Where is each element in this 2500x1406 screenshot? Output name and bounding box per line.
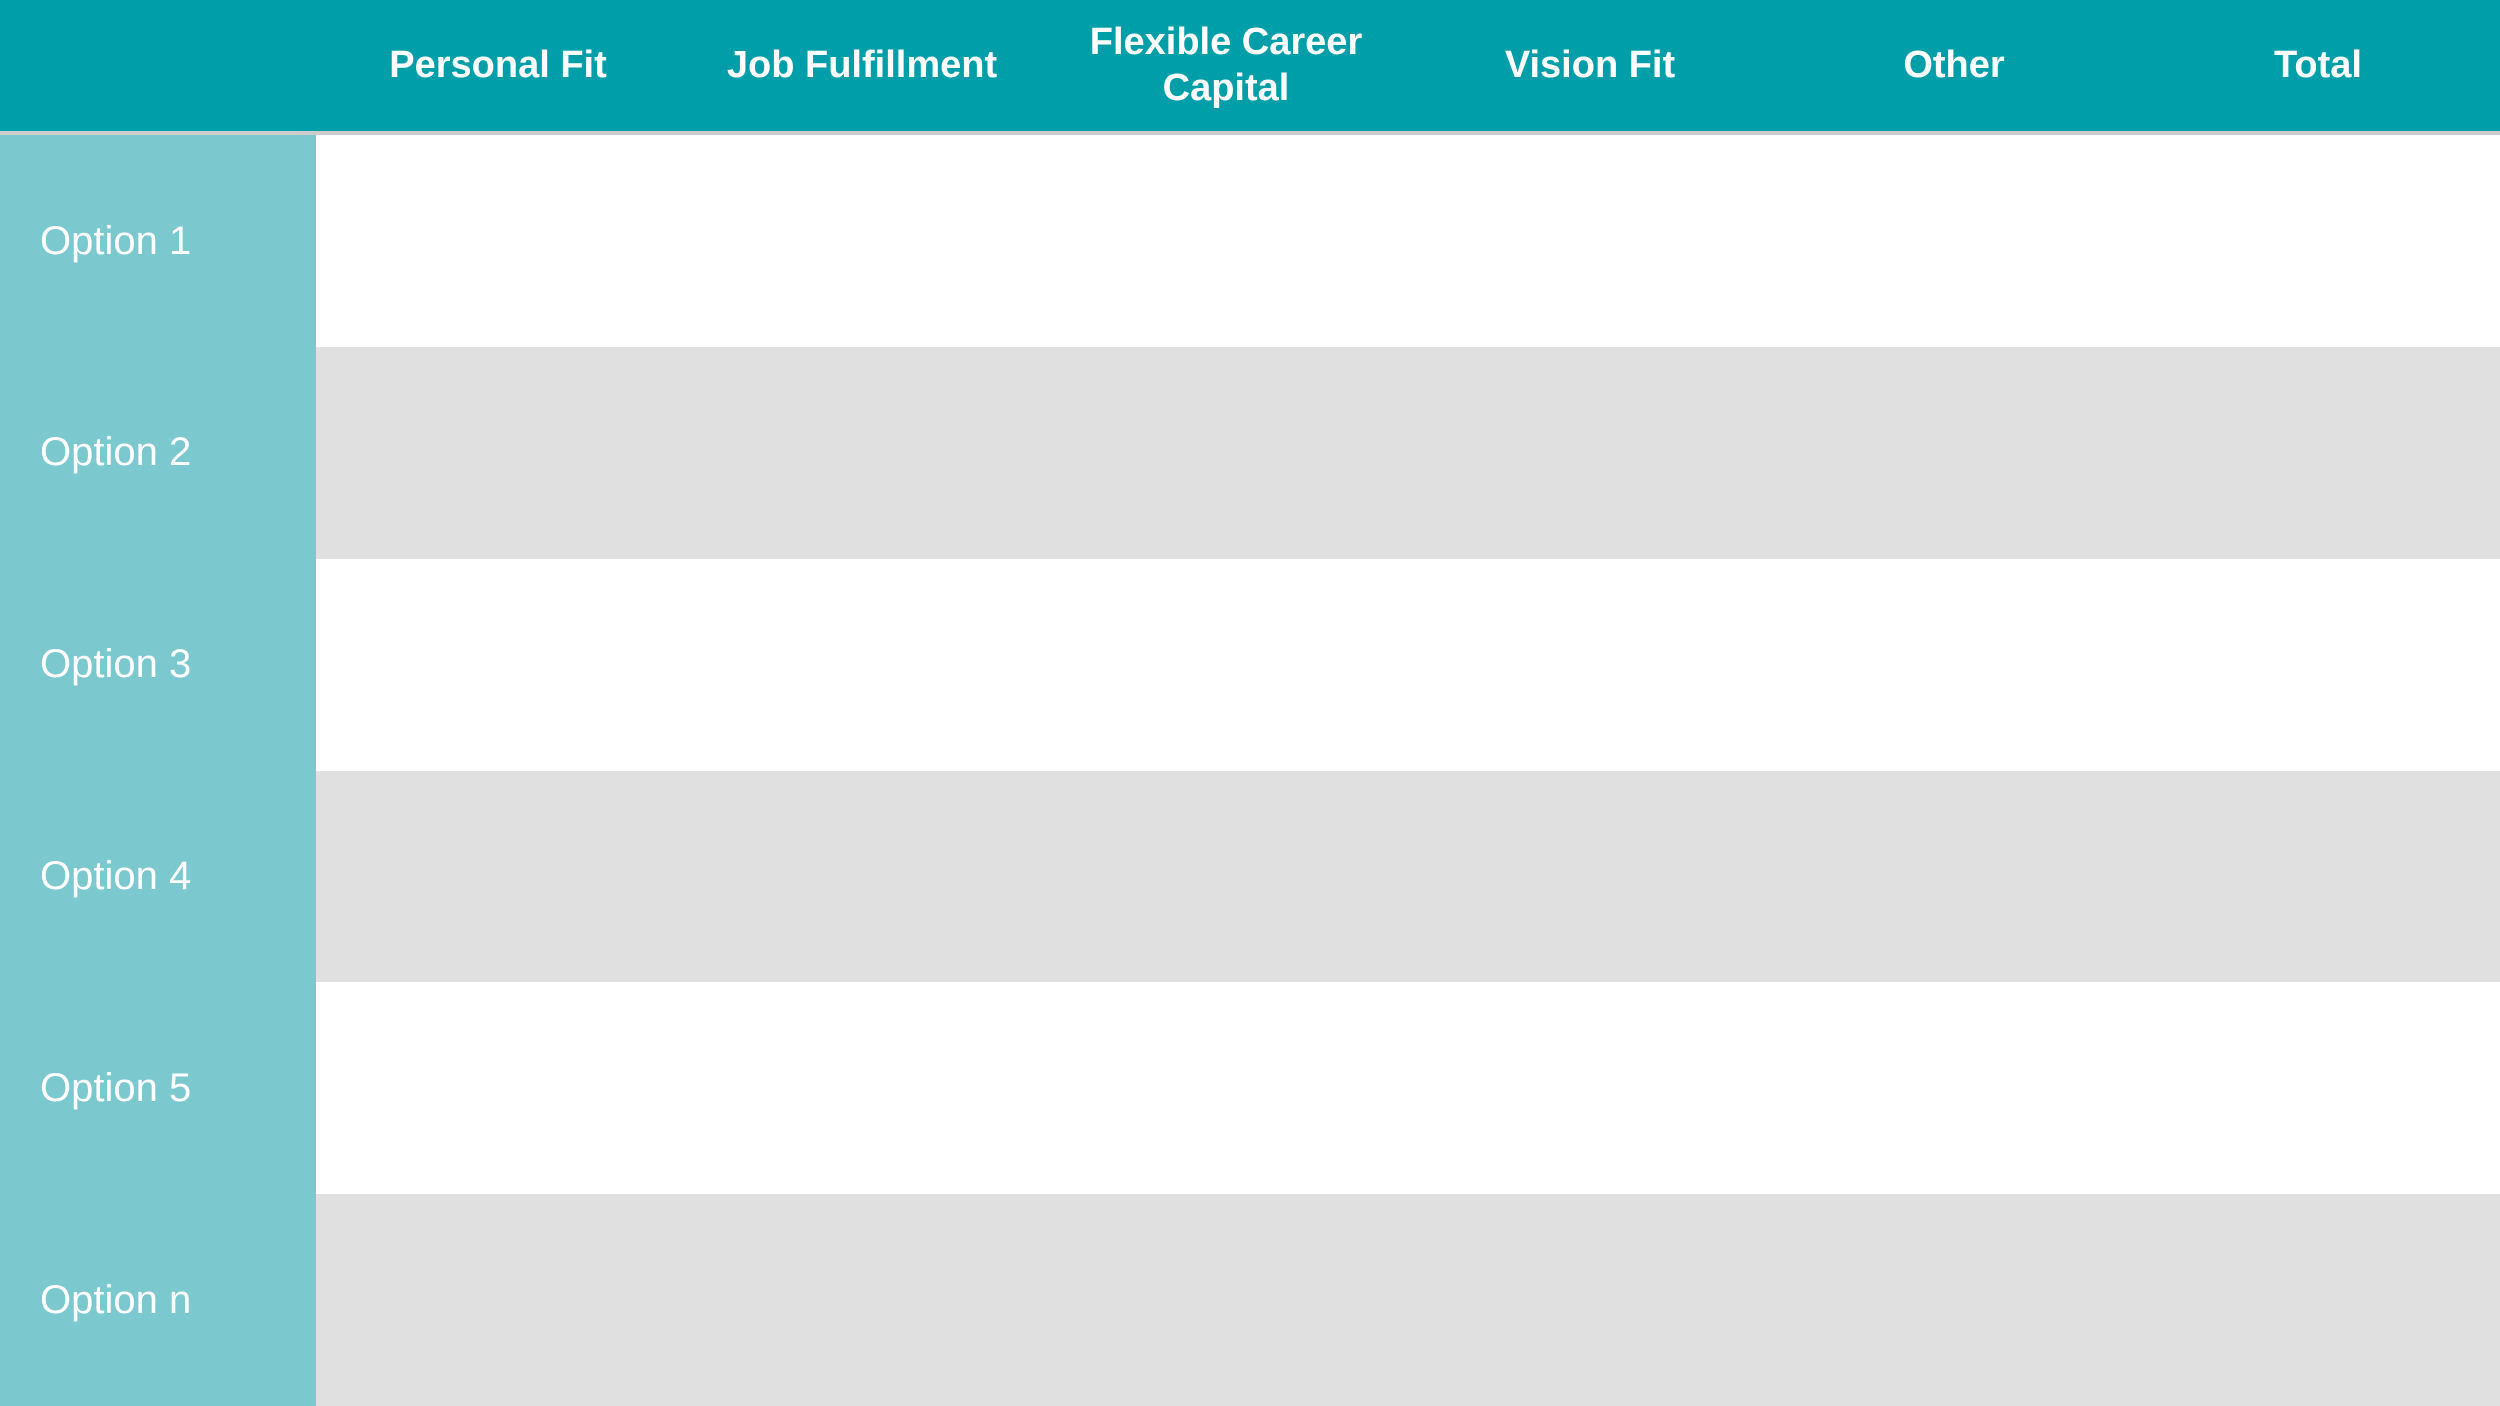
row-label-option3: Option 3	[0, 559, 316, 771]
table-row: Option 5	[0, 982, 2500, 1194]
header-personal-fit: Personal Fit	[316, 23, 680, 109]
row-cell-option5-flexible-career-capital[interactable]	[1044, 982, 1408, 1194]
header-flexible-career-capital: Flexible Career Capital	[1044, 0, 1408, 131]
row-cell-option2-other[interactable]	[1772, 347, 2136, 559]
header-job-fulfillment: Job Fulfillment	[680, 23, 1044, 109]
row-cell-option1-flexible-career-capital[interactable]	[1044, 135, 1408, 347]
row-cell-optionn-other[interactable]	[1772, 1194, 2136, 1406]
row-cell-option3-job-fulfillment[interactable]	[680, 559, 1044, 771]
row-cell-option3-other[interactable]	[1772, 559, 2136, 771]
row-cell-option5-job-fulfillment[interactable]	[680, 982, 1044, 1194]
row-cell-option4-flexible-career-capital[interactable]	[1044, 771, 1408, 983]
row-label-option2: Option 2	[0, 347, 316, 559]
row-cell-option5-personal-fit[interactable]	[316, 982, 680, 1194]
row-cell-option1-total[interactable]	[2136, 135, 2500, 347]
row-label-option-n: Option n	[0, 1194, 316, 1406]
row-cell-option4-other[interactable]	[1772, 771, 2136, 983]
row-cell-option2-personal-fit[interactable]	[316, 347, 680, 559]
table-body: Option 1 Option 2 Option 3	[0, 135, 2500, 1406]
row-cell-optionn-total[interactable]	[2136, 1194, 2500, 1406]
row-cell-option5-other[interactable]	[1772, 982, 2136, 1194]
header-other: Other	[1772, 23, 2136, 109]
row-cell-option2-vision-fit[interactable]	[1408, 347, 1772, 559]
row-cell-option1-personal-fit[interactable]	[316, 135, 680, 347]
row-cell-optionn-flexible-career-capital[interactable]	[1044, 1194, 1408, 1406]
row-cell-option1-vision-fit[interactable]	[1408, 135, 1772, 347]
row-cell-option4-job-fulfillment[interactable]	[680, 771, 1044, 983]
table-row: Option 2	[0, 347, 2500, 559]
row-cell-option2-flexible-career-capital[interactable]	[1044, 347, 1408, 559]
row-cell-option4-vision-fit[interactable]	[1408, 771, 1772, 983]
table-row: Option 3	[0, 559, 2500, 771]
row-cell-option4-total[interactable]	[2136, 771, 2500, 983]
row-cell-option3-vision-fit[interactable]	[1408, 559, 1772, 771]
header-vision-fit: Vision Fit	[1408, 23, 1772, 109]
row-cell-option2-job-fulfillment[interactable]	[680, 347, 1044, 559]
row-label-option4: Option 4	[0, 771, 316, 983]
row-cell-option3-personal-fit[interactable]	[316, 559, 680, 771]
row-label-option5: Option 5	[0, 982, 316, 1194]
table-row: Option 4	[0, 771, 2500, 983]
comparison-table: Personal Fit Job Fulfillment Flexible Ca…	[0, 0, 2500, 1406]
row-cell-option1-other[interactable]	[1772, 135, 2136, 347]
row-cell-option1-job-fulfillment[interactable]	[680, 135, 1044, 347]
row-cell-option5-vision-fit[interactable]	[1408, 982, 1772, 1194]
row-cell-optionn-personal-fit[interactable]	[316, 1194, 680, 1406]
row-cell-option3-total[interactable]	[2136, 559, 2500, 771]
header-total: Total	[2136, 23, 2500, 109]
row-cell-optionn-vision-fit[interactable]	[1408, 1194, 1772, 1406]
row-cell-option5-total[interactable]	[2136, 982, 2500, 1194]
table-row: Option 1	[0, 135, 2500, 347]
row-cell-option2-total[interactable]	[2136, 347, 2500, 559]
row-cell-optionn-job-fulfillment[interactable]	[680, 1194, 1044, 1406]
row-label-option1: Option 1	[0, 135, 316, 347]
table-header: Personal Fit Job Fulfillment Flexible Ca…	[0, 0, 2500, 131]
row-cell-option3-flexible-career-capital[interactable]	[1044, 559, 1408, 771]
table-row: Option n	[0, 1194, 2500, 1406]
row-cell-option4-personal-fit[interactable]	[316, 771, 680, 983]
